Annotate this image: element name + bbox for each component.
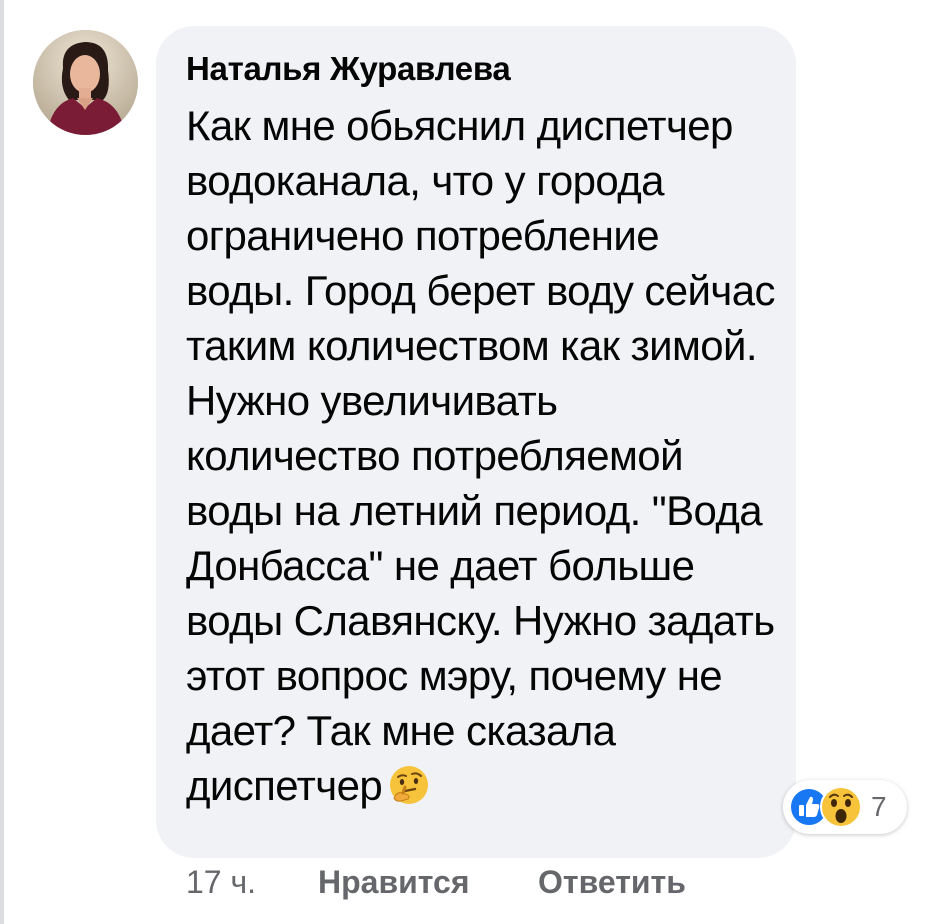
reply-button[interactable]: Ответить (538, 864, 686, 901)
comment-body: Как мне обьяснил диспетчер водоканала, ч… (186, 98, 776, 813)
wow-icon (820, 786, 862, 828)
left-border (0, 0, 4, 924)
like-button[interactable]: Нравится (318, 864, 470, 901)
author-name[interactable]: Наталья Журавлева (186, 50, 511, 88)
avatar-image (33, 30, 138, 135)
reaction-summary[interactable]: 7 (783, 780, 907, 834)
comment-text: Как мне обьяснил диспетчер водоканала, ч… (186, 102, 775, 809)
thinking-face-icon (390, 766, 429, 804)
avatar[interactable] (33, 30, 138, 135)
comment-timestamp[interactable]: 17 ч. (186, 864, 256, 901)
reaction-count: 7 (871, 791, 887, 822)
